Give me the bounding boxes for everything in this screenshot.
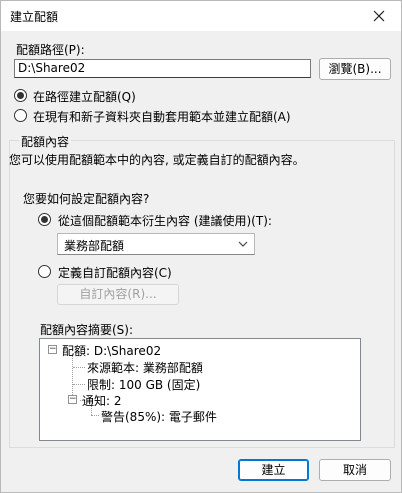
create-button[interactable]: 建立: [238, 459, 309, 481]
summary-label: 配額內容摘要(S):: [40, 323, 134, 337]
quota-path-field[interactable]: D:\Share02: [14, 59, 311, 78]
tree-item-source-template[interactable]: 來源範本: 業務部配額: [87, 359, 203, 376]
template-dropdown-value: 業務部配額: [64, 239, 125, 253]
chevron-down-icon: [238, 241, 248, 247]
radio-create-on-path[interactable]: [14, 89, 27, 102]
tree-connector: [91, 415, 99, 416]
browse-button[interactable]: 瀏覽(B)...: [319, 58, 391, 80]
tree-item-quota[interactable]: 配額: D:\Share02: [62, 342, 161, 359]
create-quota-dialog: 建立配額 配額路徑(P): D:\Share02 瀏覽(B)... 在路徑建立配…: [0, 0, 402, 493]
radio-derive-from-template-label: 從這個配額範本衍生內容 (建議使用)(T):: [58, 214, 272, 228]
tree-collapse-toggle[interactable]: −: [48, 345, 57, 354]
tree-item-limit[interactable]: 限制: 100 GB (固定): [87, 376, 200, 393]
tree-collapse-toggle[interactable]: −: [68, 395, 77, 404]
properties-question: 您要如何設定配額內容?: [23, 192, 150, 206]
tree-item-notifications[interactable]: 通知: 2: [82, 392, 122, 409]
title-bar: 建立配額: [1, 1, 401, 31]
tree-connector: [73, 384, 85, 385]
tree-connector: [73, 367, 85, 368]
quota-properties-group-label: 配額內容: [19, 133, 72, 150]
close-button[interactable]: [357, 1, 401, 31]
summary-tree[interactable]: − 配額: D:\Share02 來源範本: 業務部配額 限制: 100 GB …: [39, 338, 361, 441]
radio-custom-properties-label: 定義自訂配額內容(C): [58, 266, 172, 280]
window-title: 建立配額: [10, 10, 59, 24]
tree-item-warning[interactable]: 警告(85%): 電子郵件: [101, 408, 217, 425]
custom-properties-button[interactable]: 自訂內容(R)...: [57, 284, 179, 305]
radio-derive-from-template[interactable]: [38, 213, 51, 226]
radio-custom-properties[interactable]: [38, 265, 51, 278]
radio-auto-apply[interactable]: [14, 109, 27, 122]
quota-path-label: 配額路徑(P):: [16, 43, 85, 57]
cancel-button[interactable]: 取消: [319, 459, 391, 481]
close-icon: [373, 10, 385, 22]
properties-description: 您可以使用配額範本中的內容, 或定義自訂的配額內容。: [9, 153, 305, 167]
radio-create-on-path-label: 在路徑建立配額(Q): [33, 90, 136, 104]
radio-auto-apply-label: 在現有和新子資料夾自動套用範本並建立配額(A): [33, 110, 291, 124]
template-dropdown[interactable]: 業務部配額: [57, 233, 255, 255]
